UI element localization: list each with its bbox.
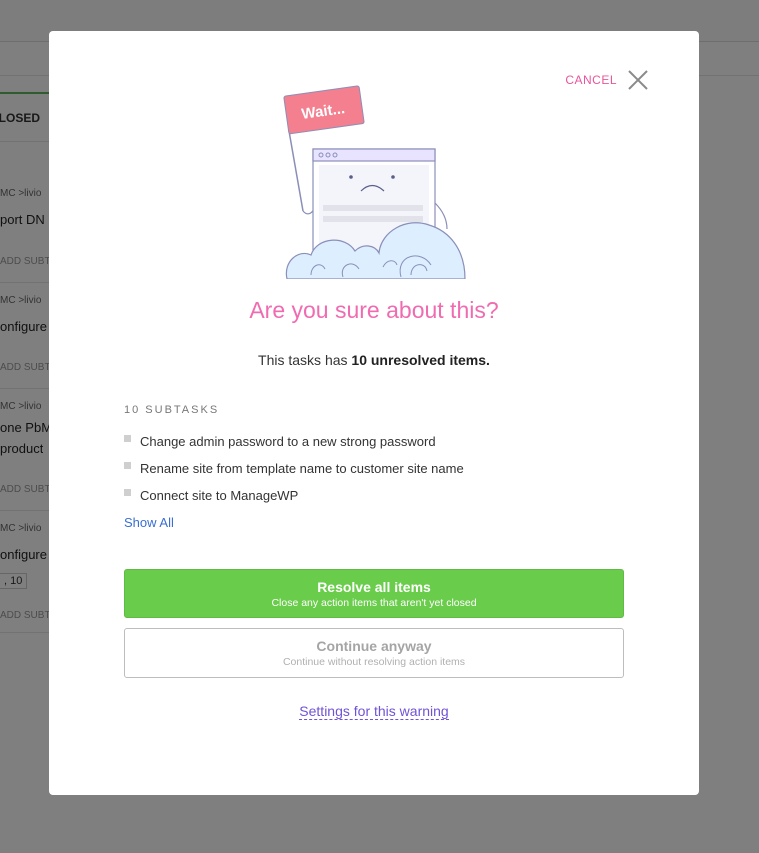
warning-settings-link[interactable]: Settings for this warning bbox=[299, 703, 449, 720]
close-icon[interactable] bbox=[627, 69, 649, 91]
cancel-label: CANCEL bbox=[565, 73, 617, 87]
square-bullet-icon bbox=[124, 462, 131, 469]
square-bullet-icon bbox=[124, 489, 131, 496]
summary-text: This tasks has bbox=[258, 352, 352, 368]
square-bullet-icon bbox=[124, 435, 131, 442]
dialog-summary: This tasks has 10 unresolved items. bbox=[49, 352, 699, 368]
subtask-text: Connect site to ManageWP bbox=[140, 488, 299, 503]
resolve-all-sublabel: Close any action items that aren't yet c… bbox=[271, 597, 477, 609]
resolve-all-label: Resolve all items bbox=[317, 579, 431, 595]
unresolved-count: 10 unresolved items. bbox=[351, 352, 490, 368]
subtask-item: Change admin password to a new strong pa… bbox=[124, 428, 464, 455]
cancel-button[interactable]: CANCEL bbox=[565, 69, 649, 91]
subtask-list: Change admin password to a new strong pa… bbox=[124, 428, 464, 509]
wait-flag: Wait... bbox=[283, 85, 365, 135]
continue-anyway-label: Continue anyway bbox=[316, 638, 432, 654]
subtask-item: Connect site to ManageWP bbox=[124, 482, 464, 509]
confirm-dialog: CANCEL Wait... Are you sure about this? … bbox=[49, 31, 699, 795]
subtask-text: Rename site from template name to custom… bbox=[140, 461, 464, 476]
resolve-all-button[interactable]: Resolve all items Close any action items… bbox=[124, 569, 624, 618]
show-all-link[interactable]: Show All bbox=[124, 515, 174, 530]
subtask-text: Change admin password to a new strong pa… bbox=[140, 434, 436, 449]
settings-link-row: Settings for this warning bbox=[49, 703, 699, 721]
subtask-item: Rename site from template name to custom… bbox=[124, 455, 464, 482]
dialog-title: Are you sure about this? bbox=[249, 297, 499, 323]
continue-anyway-sublabel: Continue without resolving action items bbox=[282, 656, 466, 668]
wait-illustration: Wait... bbox=[283, 85, 466, 279]
subtasks-heading: 10 SUBTASKS bbox=[124, 404, 220, 416]
continue-anyway-button[interactable]: Continue anyway Continue without resolvi… bbox=[124, 628, 624, 678]
